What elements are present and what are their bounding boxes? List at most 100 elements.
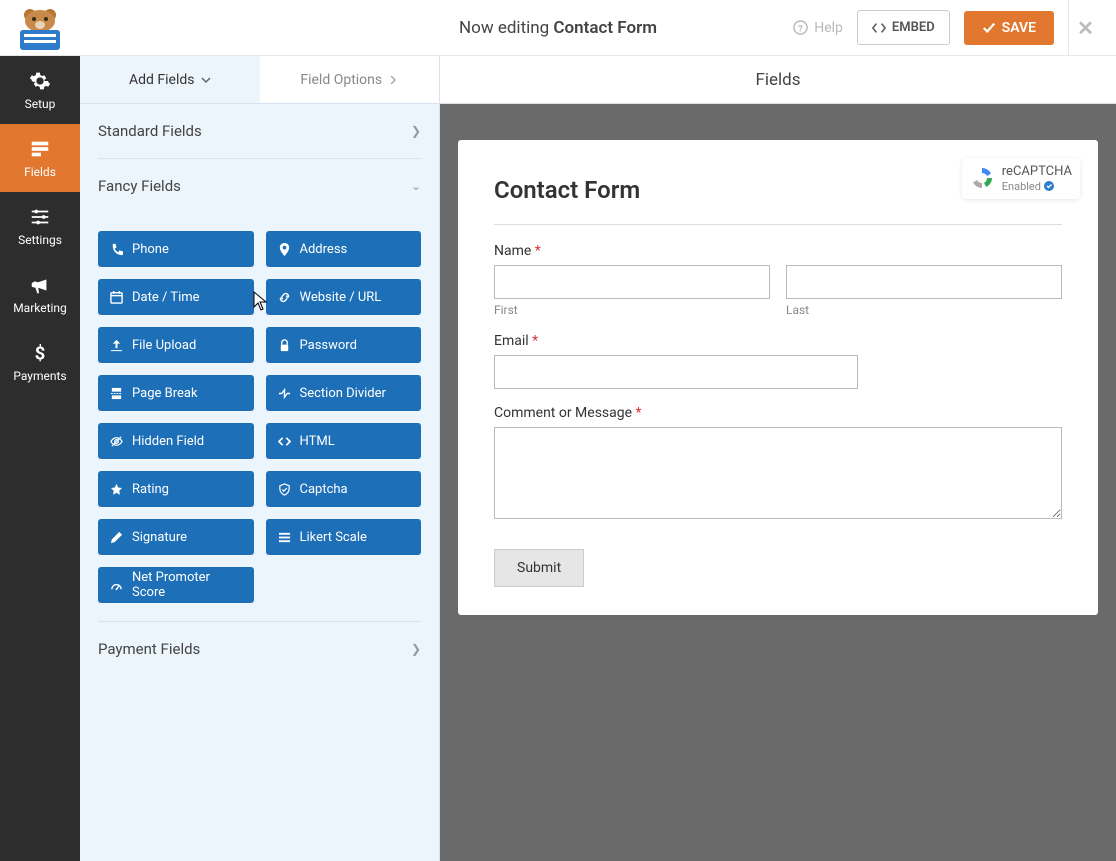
accordion-payment-fields[interactable]: Payment Fields ❯: [98, 622, 421, 676]
save-label: SAVE: [1002, 20, 1036, 36]
topbar-actions: ? Help EMBED SAVE ✕: [793, 0, 1116, 56]
first-name-input[interactable]: [494, 265, 770, 299]
save-button[interactable]: SAVE: [964, 11, 1054, 45]
code-icon: [872, 21, 886, 35]
dollar-icon: $: [29, 342, 51, 364]
editing-form-name: Contact Form: [553, 18, 657, 38]
field-html[interactable]: HTML: [266, 423, 422, 459]
recaptcha-status: Enabled: [1002, 180, 1041, 193]
canvas-header: Fields: [440, 56, 1116, 104]
accordion-payment-label: Payment Fields: [98, 640, 200, 658]
field-date-time[interactable]: Date / Time: [98, 279, 254, 315]
field-btn-label: Likert Scale: [300, 530, 367, 545]
accordion-standard-fields[interactable]: Standard Fields ❯: [98, 104, 421, 159]
field-btn-label: Page Break: [132, 386, 198, 401]
field-btn-label: Captcha: [300, 482, 348, 497]
chevron-down-icon: ⌄: [411, 179, 421, 193]
bullhorn-icon: [29, 274, 51, 296]
form-card: reCAPTCHA Enabled Contact Form Name * Fi…: [458, 140, 1098, 615]
pin-icon: [278, 243, 291, 256]
email-label: Email *: [494, 333, 1062, 349]
close-button[interactable]: ✕: [1068, 0, 1102, 56]
editing-title: Now editing Contact Form: [459, 18, 657, 38]
field-file-upload[interactable]: File Upload: [98, 327, 254, 363]
eyeoff-icon: [110, 435, 123, 448]
field-likert-scale[interactable]: Likert Scale: [266, 519, 422, 555]
email-input[interactable]: [494, 355, 858, 389]
field-btn-label: Website / URL: [300, 290, 382, 305]
field-password[interactable]: Password: [266, 327, 422, 363]
shield-icon: [278, 483, 291, 496]
help-icon: ?: [793, 20, 808, 35]
chevron-right-icon: ❯: [411, 124, 421, 138]
nav-payments[interactable]: $ Payments: [0, 328, 80, 396]
gauge-icon: [110, 579, 123, 592]
tab-add-label: Add Fields: [129, 72, 195, 88]
calendar-icon: [110, 291, 123, 304]
nav-settings[interactable]: Settings: [0, 192, 80, 260]
svg-text:?: ?: [798, 23, 803, 34]
embed-button[interactable]: EMBED: [857, 10, 950, 45]
field-btn-label: HTML: [300, 434, 335, 449]
link-icon: [278, 291, 291, 304]
nav-marketing[interactable]: Marketing: [0, 260, 80, 328]
nav-marketing-label: Marketing: [13, 301, 67, 315]
field-section-divider[interactable]: Section Divider: [266, 375, 422, 411]
tab-options-label: Field Options: [300, 72, 382, 88]
embed-label: EMBED: [892, 20, 935, 35]
submit-button[interactable]: Submit: [494, 549, 584, 587]
help-label: Help: [814, 20, 843, 36]
accordion-fancy-fields[interactable]: Fancy Fields ⌄: [98, 159, 421, 213]
divider-icon: [278, 387, 291, 400]
field-comment[interactable]: Comment or Message *: [494, 405, 1062, 523]
comment-textarea[interactable]: [494, 427, 1062, 519]
help-link[interactable]: ? Help: [793, 20, 843, 36]
nav-fields[interactable]: Fields: [0, 124, 80, 192]
panel-body: Standard Fields ❯ Fancy Fields ⌄ Phone Ad…: [80, 104, 439, 861]
field-phone[interactable]: Phone: [98, 231, 254, 267]
form-canvas: Fields reCAPTCHA Enabled Contact Form Na…: [440, 56, 1116, 861]
recaptcha-badge[interactable]: reCAPTCHA Enabled: [962, 158, 1080, 199]
field-btn-label: Phone: [132, 242, 169, 257]
field-btn-label: Address: [300, 242, 348, 257]
chevron-down-icon: [201, 75, 211, 85]
last-sublabel: Last: [786, 303, 1062, 317]
field-btn-label: Signature: [132, 530, 187, 545]
name-label: Name *: [494, 243, 1062, 259]
field-signature[interactable]: Signature: [98, 519, 254, 555]
gear-icon: [29, 70, 51, 92]
bars-icon: [278, 531, 291, 544]
field-website-url[interactable]: Website / URL: [266, 279, 422, 315]
tab-add-fields[interactable]: Add Fields: [80, 56, 260, 104]
verified-icon: [1044, 181, 1054, 191]
field-hidden-field[interactable]: Hidden Field: [98, 423, 254, 459]
field-page-break[interactable]: Page Break: [98, 375, 254, 411]
field-btn-label: Net Promoter Score: [132, 570, 242, 600]
accordion-standard-label: Standard Fields: [98, 122, 202, 140]
code-icon: [278, 435, 291, 448]
nav-settings-label: Settings: [18, 233, 62, 247]
field-captcha[interactable]: Captcha: [266, 471, 422, 507]
field-address[interactable]: Address: [266, 231, 422, 267]
nav-setup[interactable]: Setup: [0, 56, 80, 124]
recaptcha-icon: [970, 166, 994, 190]
tab-field-options[interactable]: Field Options: [260, 56, 440, 104]
field-rating[interactable]: Rating: [98, 471, 254, 507]
chevron-right-icon: [388, 75, 398, 85]
pencil-icon: [110, 531, 123, 544]
field-btn-label: Rating: [132, 482, 169, 497]
field-net-promoter-score[interactable]: Net Promoter Score: [98, 567, 254, 603]
field-email[interactable]: Email *: [494, 333, 1062, 389]
nav-setup-label: Setup: [25, 97, 56, 111]
lock-icon: [278, 339, 291, 352]
recaptcha-title: reCAPTCHA: [1002, 164, 1072, 180]
app-logo: [0, 0, 80, 56]
svg-text:$: $: [35, 343, 46, 364]
field-name[interactable]: Name * First Last: [494, 243, 1062, 317]
sidebar-nav: Setup Fields Settings Marketing $ Paymen…: [0, 56, 80, 861]
last-name-input[interactable]: [786, 265, 1062, 299]
nav-fields-label: Fields: [24, 165, 56, 179]
check-icon: [982, 21, 996, 35]
canvas-body: reCAPTCHA Enabled Contact Form Name * Fi…: [440, 104, 1116, 861]
chevron-right-icon: ❯: [411, 642, 421, 656]
